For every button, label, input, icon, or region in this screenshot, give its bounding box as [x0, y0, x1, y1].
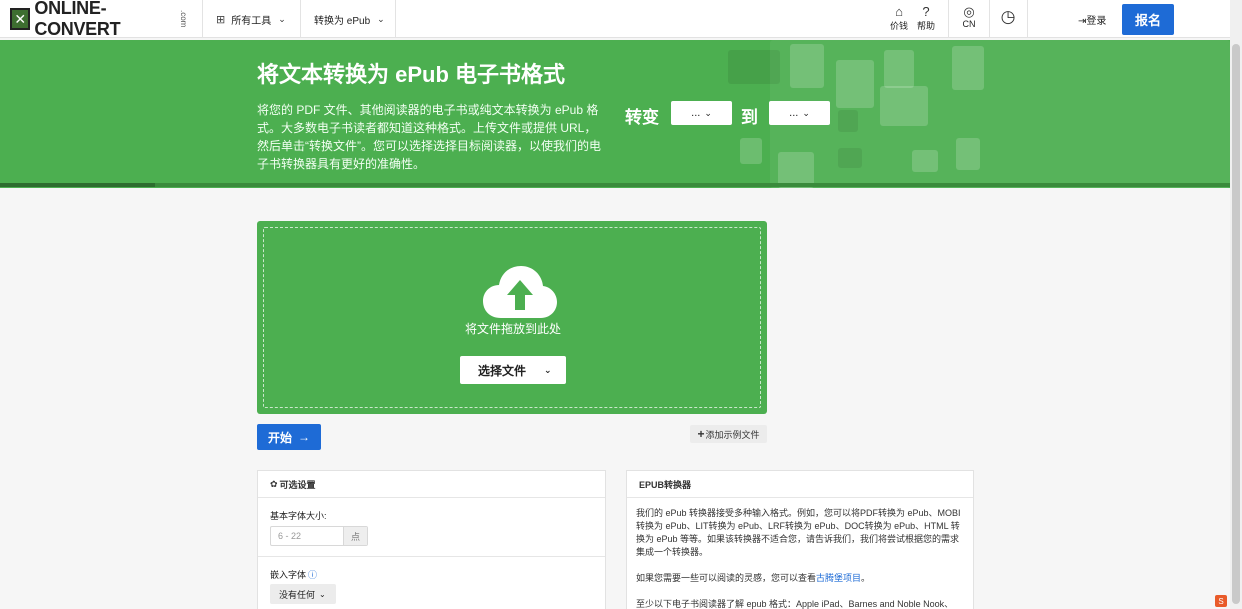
embed-font-label-row: 嵌入字体 ⓘ: [270, 568, 317, 581]
epub-converter-info-panel: EPUB转换器 我们的 ePub 转换器接受多种输入格式。例如，您可以将PDF转…: [626, 470, 974, 609]
info-body: 我们的 ePub 转换器接受多种输入格式。例如，您可以将PDF转换为 ePub、…: [627, 498, 973, 609]
page-scrollbar[interactable]: [1230, 0, 1242, 609]
page-description: 将您的 PDF 文件、其他阅读器的电子书或纯文本转换为 ePub 格式。大多数电…: [257, 103, 601, 171]
choose-file-label: 选择文件: [477, 363, 526, 378]
info-text: 如果您需要一些可以阅读的灵感，您可以查看: [636, 573, 817, 583]
optional-settings-panel: ✿ 可选设置 基本字体大小: 6 - 22 点 嵌入字体 ⓘ 没有任何 ⌄: [257, 470, 606, 609]
divider: [258, 556, 605, 557]
sample-label: 添加示例文件: [705, 429, 760, 440]
signup-button[interactable]: 报名: [1122, 4, 1174, 35]
grid-icon: ⊞: [216, 13, 226, 26]
font-size-unit: 点: [343, 527, 367, 545]
embed-font-value: 没有任何: [279, 589, 316, 600]
info-text: 。: [861, 573, 871, 583]
settings-header: ✿ 可选设置: [258, 471, 605, 498]
logo-text: ONLINE-CONVERT: [34, 0, 121, 39]
logo-suffix: .com: [179, 10, 188, 28]
info-icon[interactable]: ⓘ: [308, 570, 317, 580]
chevron-down-icon: ⌄: [278, 13, 286, 24]
help-button[interactable]: ? 帮助: [909, 5, 943, 32]
divider: [300, 0, 301, 38]
language-button[interactable]: ◎ CN: [952, 4, 986, 30]
convert-to-label: 转换为 ePub: [314, 15, 371, 27]
all-tools-label: 所有工具: [231, 15, 272, 27]
info-paragraph: 至少以下电子书阅读器了解 epub 格式：Apple iPad、Barnes a…: [636, 599, 954, 609]
divider: [1027, 0, 1028, 38]
info-paragraph: 如果您需要一些可以阅读的灵感，您可以查看古腾堡项目。: [636, 572, 964, 585]
pricing-label: 价钱: [889, 21, 908, 31]
hero-banner: [0, 40, 1230, 188]
question-icon: ?: [922, 4, 930, 19]
decorative-pattern: [770, 40, 1230, 188]
site-logo[interactable]: ✕ ONLINE-CONVERT .com: [10, 0, 188, 39]
hero-bottom-accent: [0, 183, 155, 187]
gear-icon: ✿: [270, 478, 278, 489]
history-button[interactable]: ◷: [991, 7, 1025, 26]
font-size-input[interactable]: 6 - 22 点: [270, 526, 368, 546]
divider: [202, 0, 203, 38]
gutenberg-link[interactable]: 古腾堡项目: [816, 573, 861, 583]
font-size-placeholder: 6 - 22: [278, 531, 302, 541]
choose-file-button[interactable]: 选择文件 ⌄: [460, 356, 566, 384]
globe-icon: ◎: [963, 4, 975, 19]
divider: [948, 0, 949, 38]
start-button[interactable]: 开始 →: [257, 424, 321, 450]
to-label: 到: [741, 108, 758, 127]
scrollbar-thumb[interactable]: [1232, 44, 1240, 604]
drop-zone-border: 将文件拖放到此处 选择文件 ⌄: [263, 227, 761, 408]
divider: [395, 0, 396, 38]
add-sample-file-button[interactable]: + 添加示例文件: [690, 425, 767, 443]
source-format-select[interactable]: ... ⌄: [671, 101, 732, 125]
chevron-down-icon: ⌄: [377, 13, 385, 24]
chevron-down-icon: ⌄: [319, 589, 326, 599]
page-title: 将文本转换为 ePub 电子书格式: [257, 62, 566, 87]
help-label: 帮助: [916, 21, 935, 31]
login-label: 登录: [1086, 16, 1107, 27]
plus-icon: +: [697, 427, 705, 441]
info-paragraph: 我们的 ePub 转换器接受多种输入格式。例如，您可以将PDF转换为 ePub、…: [636, 508, 961, 557]
start-label: 开始: [267, 430, 292, 445]
target-format-select[interactable]: ... ⌄: [769, 101, 830, 125]
cloud-upload-icon: [483, 266, 557, 318]
top-navigation-bar: ✕ ONLINE-CONVERT .com ⊞ 所有工具 ⌄ 转换为 ePub …: [0, 0, 1230, 39]
chevron-down-icon: ⌄: [544, 364, 552, 375]
source-format-value: ...: [691, 107, 701, 119]
embed-font-label: 嵌入字体: [270, 570, 307, 580]
language-label: CN: [962, 19, 976, 29]
chevron-down-icon: ⌄: [802, 107, 810, 118]
logo-mark-icon: ✕: [10, 8, 31, 30]
arrow-right-icon: →: [298, 430, 310, 444]
extension-icon[interactable]: S: [1215, 595, 1227, 607]
font-size-label: 基本字体大小:: [270, 511, 327, 521]
all-tools-dropdown[interactable]: ⊞ 所有工具 ⌄: [216, 0, 286, 38]
divider: [989, 0, 990, 38]
info-header: EPUB转换器: [627, 471, 973, 498]
clipboard-clock-icon: ◷: [1000, 7, 1016, 26]
settings-title: 可选设置: [279, 479, 316, 490]
decorative-file-icon: [740, 138, 762, 164]
target-format-value: ...: [789, 107, 799, 119]
chevron-down-icon: ⌄: [704, 107, 712, 118]
login-link[interactable]: ⇥登录: [1078, 12, 1106, 27]
embed-font-select[interactable]: 没有任何 ⌄: [270, 584, 336, 604]
drop-files-text: 将文件拖放到此处: [464, 322, 561, 336]
hero-bottom-border: [0, 183, 1230, 187]
file-drop-zone[interactable]: 将文件拖放到此处 选择文件 ⌄: [257, 221, 767, 414]
convert-to-epub-dropdown[interactable]: 转换为 ePub ⌄: [314, 0, 385, 38]
convert-label: 转变: [625, 108, 659, 127]
